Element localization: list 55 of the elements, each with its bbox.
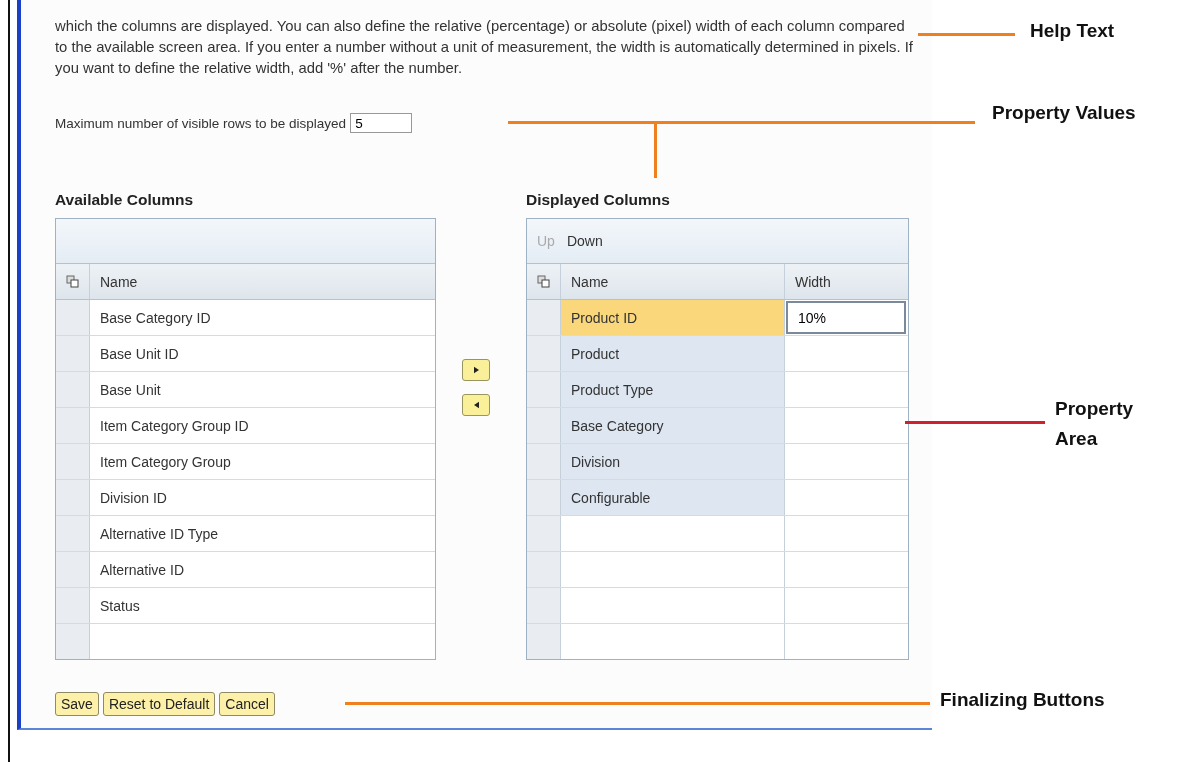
table-cell[interactable]: Status: [90, 588, 435, 623]
section-title: Available Columns: [55, 191, 195, 210]
row-selector[interactable]: [56, 588, 90, 623]
row-selector[interactable]: [527, 300, 561, 335]
callout-label: Finalizing Buttons: [940, 689, 1105, 711]
table-cell[interactable]: Product: [561, 336, 785, 371]
table-cell[interactable]: Base Category ID: [90, 300, 435, 335]
column-header[interactable]: Name: [561, 264, 785, 299]
table-cell[interactable]: Base Unit ID: [90, 336, 435, 371]
callout-label: Property Area: [1055, 397, 1135, 451]
triangle-right-icon: [473, 366, 479, 374]
table-cell[interactable]: Product Type: [561, 372, 785, 407]
table-cell[interactable]: Product ID: [561, 300, 785, 335]
table-cell[interactable]: Item Category Group ID: [90, 408, 435, 443]
row-selector[interactable]: [56, 516, 90, 551]
callout-label: Property Values: [992, 102, 1136, 124]
triangle-left-icon: [473, 401, 479, 409]
table-cell[interactable]: Base Category: [561, 408, 785, 443]
table-cell[interactable]: Base Unit: [90, 372, 435, 407]
field-label: Maximum number of visible rows to be displayed: [55, 115, 347, 131]
table-cell[interactable]: Division ID: [90, 480, 435, 515]
table-cell[interactable]: Division: [561, 444, 785, 479]
row-selector[interactable]: [56, 552, 90, 587]
row-selector[interactable]: [56, 300, 90, 335]
rows-input[interactable]: 5: [350, 113, 413, 133]
row-selector[interactable]: [527, 516, 561, 551]
action-button[interactable]: Reset to Default: [102, 692, 216, 716]
row-selector[interactable]: [527, 336, 561, 371]
section-title: Displayed Columns: [526, 191, 671, 210]
toolbar-button[interactable]: Down: [562, 231, 607, 251]
action-button[interactable]: Cancel: [219, 692, 275, 716]
row-selector[interactable]: [56, 480, 90, 515]
row-selector[interactable]: [56, 372, 90, 407]
row-selector[interactable]: [56, 408, 90, 443]
row-selector[interactable]: [527, 444, 561, 479]
move-left-button[interactable]: [462, 394, 490, 416]
row-selector[interactable]: [56, 336, 90, 371]
table-cell[interactable]: Item Category Group: [90, 444, 435, 479]
row-selector[interactable]: [527, 408, 561, 443]
row-selector[interactable]: [527, 588, 561, 623]
table-cell[interactable]: Configurable: [561, 480, 785, 515]
move-right-button[interactable]: [462, 359, 490, 381]
row-selector[interactable]: [527, 372, 561, 407]
row-selector[interactable]: [56, 624, 90, 659]
table-cell[interactable]: Alternative ID Type: [90, 516, 435, 551]
row-selector[interactable]: [56, 444, 90, 479]
width-input[interactable]: 10%: [786, 301, 906, 334]
table-cell[interactable]: Alternative ID: [90, 552, 435, 587]
row-selector[interactable]: [527, 552, 561, 587]
column-header[interactable]: Width: [785, 264, 908, 299]
help-text: which the columns are displayed. You can also define the relative (percentage) or absolute (pixel) width of each column compared to the available screen area. If you enter a number without a unit of measurement, the width is automatically determined in pixels. If you want to define the relative width, add '%' after the number.: [55, 17, 914, 78]
callout-label: Help Text: [1030, 20, 1115, 42]
row-selector[interactable]: [527, 624, 561, 659]
action-button[interactable]: Save: [55, 692, 99, 716]
row-selector[interactable]: [527, 480, 561, 515]
